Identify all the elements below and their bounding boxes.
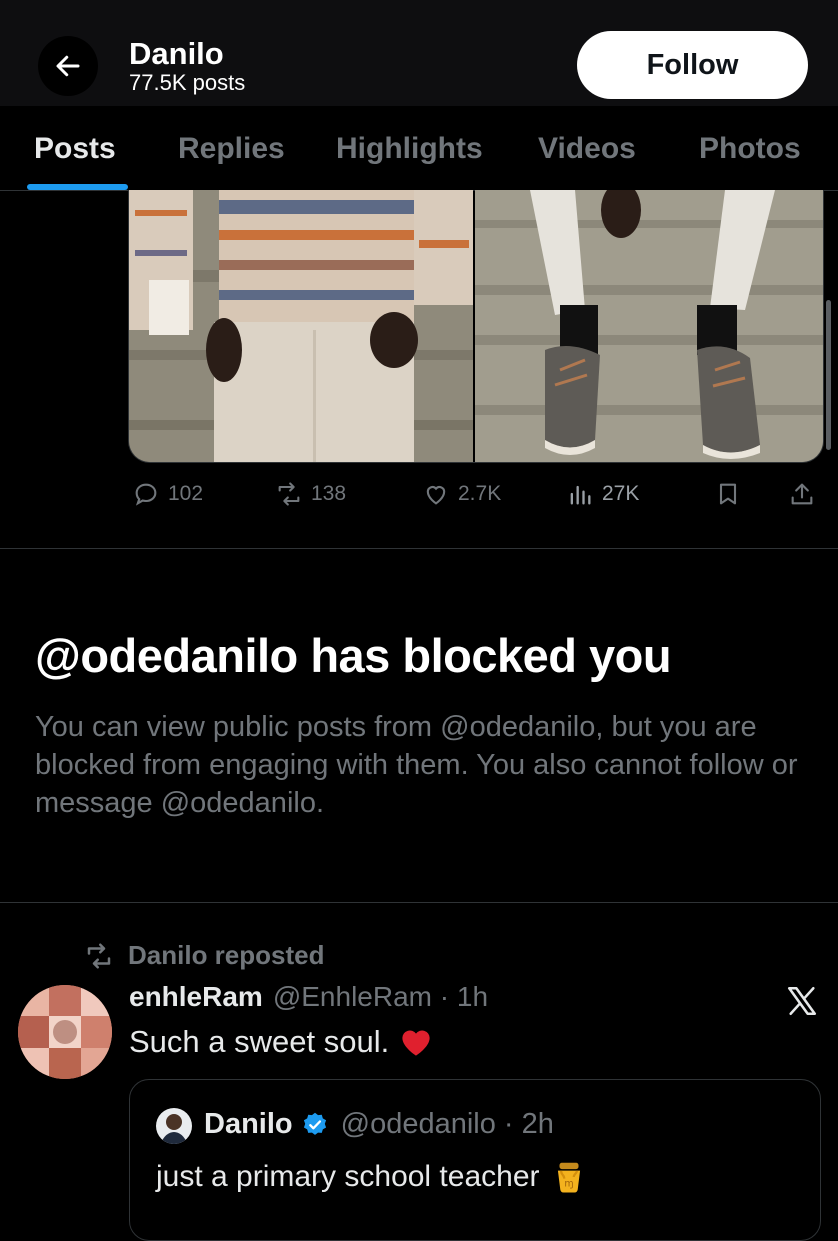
repost-indicator[interactable]: Danilo reposted <box>82 940 324 971</box>
share-icon <box>791 483 813 505</box>
divider <box>0 548 838 549</box>
tweet-author-handle[interactable]: @EnhleRam · 1h <box>273 981 488 1013</box>
photo-sweater-outfit[interactable] <box>129 190 474 462</box>
divider <box>0 902 838 903</box>
post-count: 77.5K posts <box>129 70 246 95</box>
profile-tabs: Posts Replies Highlights Videos Photos <box>0 106 838 191</box>
repost-action[interactable]: 138 <box>275 480 346 508</box>
quoted-post-text: just a primary school teacher ɱ <box>156 1158 588 1196</box>
tweet-author-name[interactable]: enhleRam <box>129 981 263 1013</box>
profile-name: Danilo <box>129 36 224 71</box>
quoted-post-header: Danilo @odedanilo · 2h <box>204 1108 554 1141</box>
quoted-author-handle[interactable]: @odedanilo · 2h <box>341 1108 554 1141</box>
photo-shoes-outfit[interactable] <box>475 190 823 462</box>
views-icon <box>570 485 591 505</box>
tab-videos[interactable]: Videos <box>538 132 636 166</box>
repost-count: 138 <box>311 482 347 505</box>
views-action[interactable]: 27K <box>566 480 639 508</box>
reply-action[interactable]: 102 <box>132 480 203 508</box>
tab-photos[interactable]: Photos <box>699 132 801 166</box>
post-media[interactable] <box>128 190 824 463</box>
back-button[interactable] <box>38 36 98 96</box>
active-tab-indicator <box>27 184 128 190</box>
x-logo-icon <box>787 986 817 1016</box>
tab-posts[interactable]: Posts <box>34 132 116 166</box>
repost-icon <box>87 943 111 968</box>
quoted-post[interactable]: Danilo @odedanilo · 2h just a primary sc… <box>129 1079 821 1241</box>
avatar[interactable] <box>156 1108 192 1144</box>
verified-badge-icon <box>303 1112 326 1135</box>
repost-icon <box>278 482 300 506</box>
blocked-notice-description: You can view public posts from @odedanil… <box>35 711 798 819</box>
tweet-text: Such a sweet soul. <box>129 1024 433 1060</box>
honey-pot-emoji-icon: ɱ <box>557 1162 580 1193</box>
profile-header: Danilo 77.5K posts Follow <box>0 0 838 106</box>
avatar[interactable] <box>18 985 112 1079</box>
bookmark-icon <box>719 483 737 505</box>
svg-text:ɱ: ɱ <box>564 1179 573 1190</box>
repost-label: Danilo reposted <box>128 940 325 970</box>
blocked-notice-title: @odedanilo has blocked you <box>35 629 672 682</box>
tab-highlights[interactable]: Highlights <box>336 132 483 166</box>
reply-count: 102 <box>168 482 204 505</box>
scrollbar[interactable] <box>826 300 831 450</box>
bookmark-action[interactable] <box>714 480 742 508</box>
quoted-post-text-content: just a primary school teacher <box>156 1160 540 1193</box>
tweet-header: enhleRam @EnhleRam · 1h <box>129 981 488 1013</box>
like-icon <box>426 486 446 505</box>
heart-emoji-icon <box>402 1030 430 1056</box>
views-count: 27K <box>602 482 640 505</box>
share-action[interactable] <box>788 480 816 508</box>
back-arrow-icon <box>56 55 80 77</box>
follow-button[interactable]: Follow <box>577 31 808 99</box>
quoted-author-name[interactable]: Danilo <box>204 1108 293 1141</box>
reply-icon <box>135 483 157 506</box>
tab-replies[interactable]: Replies <box>178 132 285 166</box>
like-action[interactable]: 2.7K <box>422 480 501 508</box>
like-count: 2.7K <box>458 482 502 505</box>
tweet-text-content: Such a sweet soul. <box>129 1024 390 1059</box>
